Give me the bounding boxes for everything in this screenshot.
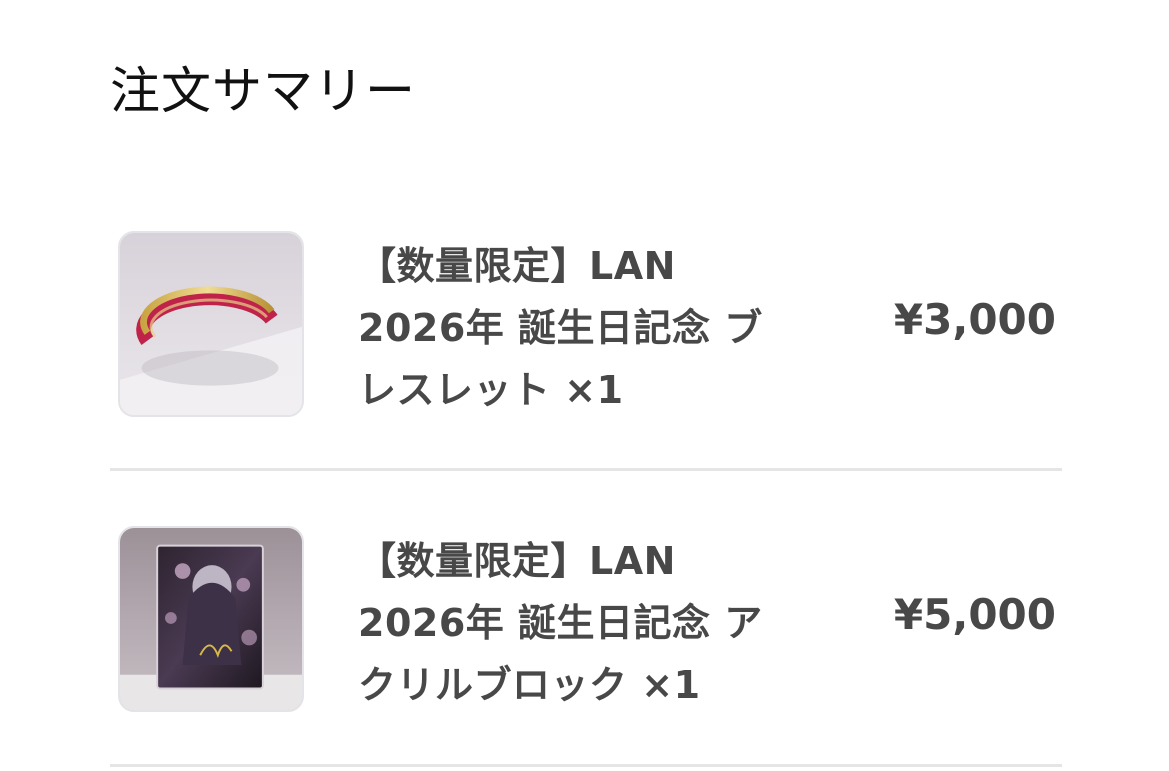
acrylic-block-image xyxy=(118,526,304,712)
divider xyxy=(110,764,1062,767)
item-price: ¥3,000 xyxy=(893,295,1056,344)
order-summary-title: 注文サマリー xyxy=(110,62,416,120)
bracelet-image xyxy=(118,231,304,417)
item-name: 【数量限定】LAN 2026年 誕生日記念 ブ レスレット ×1 xyxy=(358,244,763,412)
order-item[interactable]: 【数量限定】LAN 2026年 誕生日記念 ア クリルブロック ×1 ¥5,00… xyxy=(110,524,1062,714)
order-item[interactable]: 【数量限定】LAN 2026年 誕生日記念 ブ レスレット ×1 ¥3,000 xyxy=(110,229,1062,419)
item-price: ¥5,000 xyxy=(893,590,1056,639)
divider xyxy=(110,468,1062,471)
item-name: 【数量限定】LAN 2026年 誕生日記念 ア クリルブロック ×1 xyxy=(358,539,763,707)
